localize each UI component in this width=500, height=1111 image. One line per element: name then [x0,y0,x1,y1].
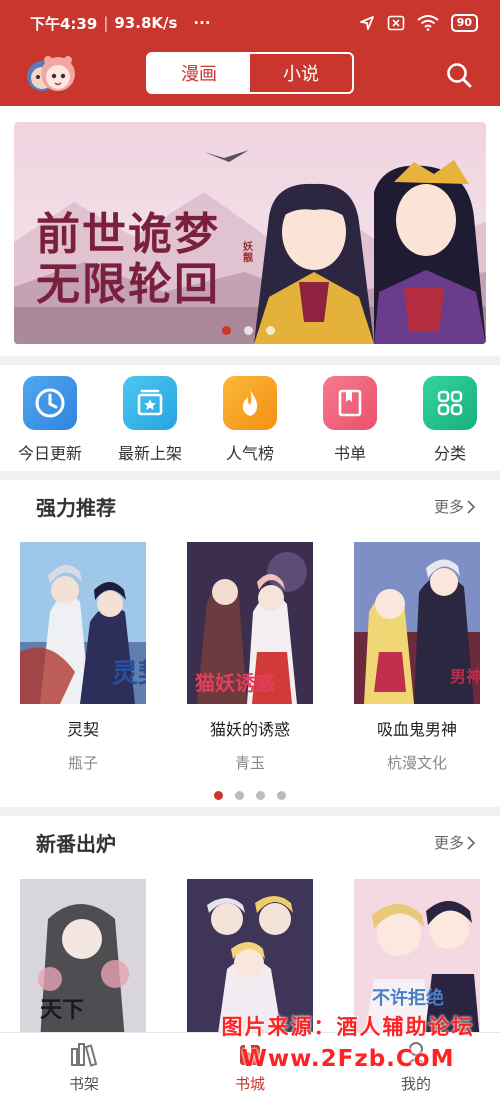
page-dot[interactable] [214,791,223,800]
bookmark-book-icon [323,376,377,430]
book-card[interactable]: 灵契 灵契 瓶子 [20,542,146,773]
tab-manga[interactable]: 漫画 [148,54,250,92]
category-today-update[interactable]: 今日更新 [0,368,100,468]
watermark-line2: Www.2Fzb.CoM [241,1046,455,1072]
section-title: 新番出炉 [36,832,116,856]
category-popular-ranking[interactable]: 人气榜 [200,368,300,468]
book-cover[interactable]: 灵契 [20,542,146,704]
more-link[interactable]: 更多 [434,496,476,517]
book-card[interactable]: 猫妖诱惑 猫妖的诱惑 青玉 [187,542,313,773]
book-title: 吸血鬼男神 [376,720,457,739]
section-header-recommend: 强力推荐 更多 [0,480,500,530]
book-title: 猫妖的诱惑 [209,720,290,739]
banner-tag: 妖靓 [243,242,253,264]
more-notifications-icon: ··· [193,14,211,32]
watermark-overlay: 图片来源：酒人辅助论坛 Www.2Fzb.CoM [206,1012,490,1076]
book-author: 瓶子 [67,754,98,772]
chevron-right-icon [467,835,476,850]
book-card[interactable]: 男神 吸血鬼男神 杭漫文化 [354,542,480,773]
no-sim-icon [387,15,405,31]
banner-carousel[interactable]: 前世诡梦 无限轮回 妖靓 [14,122,486,344]
svg-text:猫妖诱惑: 猫妖诱惑 [195,671,275,695]
nav-label: 书城 [234,1075,265,1093]
section-title: 强力推荐 [36,496,116,520]
page-dot[interactable] [256,791,265,800]
banner-dot[interactable] [266,326,275,335]
app-logo[interactable] [22,52,78,98]
banner-dot[interactable] [222,326,231,335]
star-box-icon [123,376,177,430]
status-bar: 下午4:39 | 93.8K/s ··· 90 [0,0,500,46]
page-dot[interactable] [235,791,244,800]
recommend-pagination [214,791,286,800]
banner-dot[interactable] [244,326,253,335]
grid-icon [423,376,477,430]
flame-icon [223,376,277,430]
section-divider [0,471,500,480]
location-icon [359,15,375,31]
search-icon[interactable] [444,60,474,90]
category-classify[interactable]: 分类 [400,368,500,468]
tab-novel[interactable]: 小说 [250,54,352,92]
nav-label: 书架 [68,1075,99,1093]
category-label: 分类 [433,444,466,463]
banner-title: 前世诡梦 无限轮回 [36,209,220,310]
category-new-arrivals[interactable]: 最新上架 [100,368,200,468]
more-link[interactable]: 更多 [434,832,476,853]
category-label: 今日更新 [17,444,82,463]
book-author: 杭漫文化 [386,754,447,772]
category-label: 最新上架 [117,444,182,463]
section-header-new-releases: 新番出炉 更多 [0,816,500,866]
section-divider [0,356,500,365]
nav-bookshelf[interactable]: 书架 [44,1041,124,1094]
watermark-line1: 图片来源：酒人辅助论坛 [221,1015,475,1039]
book-cover[interactable]: 男神 [354,542,480,704]
app-root: 下午4:39 | 93.8K/s ··· 90 漫画 小说 前世诡梦 无限轮回 … [0,0,500,1111]
category-shortcuts: 今日更新 最新上架 人气榜 书单 分类 [0,368,500,468]
wifi-icon [417,15,439,31]
svg-text:不许拒绝: 不许拒绝 [372,987,444,1009]
svg-text:灵契: 灵契 [112,659,146,689]
book-card[interactable]: 天下 [20,879,146,1041]
top-header: 漫画 小说 [0,46,500,106]
svg-text:天下: 天下 [40,997,84,1023]
network-speed: 93.8K/s [114,14,178,32]
book-title: 灵契 [66,720,99,739]
section-divider [0,807,500,816]
nav-label: 我的 [400,1075,431,1093]
banner-pagination [222,326,275,335]
svg-text:男神: 男神 [450,667,480,686]
book-cover[interactable]: 天下 [20,879,146,1041]
content-type-switch: 漫画 小说 [146,52,354,94]
bookshelf-icon [71,1043,98,1067]
book-cover[interactable]: 猫妖诱惑 [187,542,313,704]
chevron-right-icon [467,499,476,514]
book-author: 青玉 [234,754,265,772]
category-booklist[interactable]: 书单 [300,368,400,468]
status-time: 下午4:39 [30,14,98,33]
page-dot[interactable] [277,791,286,800]
category-label: 人气榜 [225,444,274,463]
battery-indicator: 90 [450,14,478,32]
category-label: 书单 [333,444,366,463]
clock-icon [23,376,77,430]
